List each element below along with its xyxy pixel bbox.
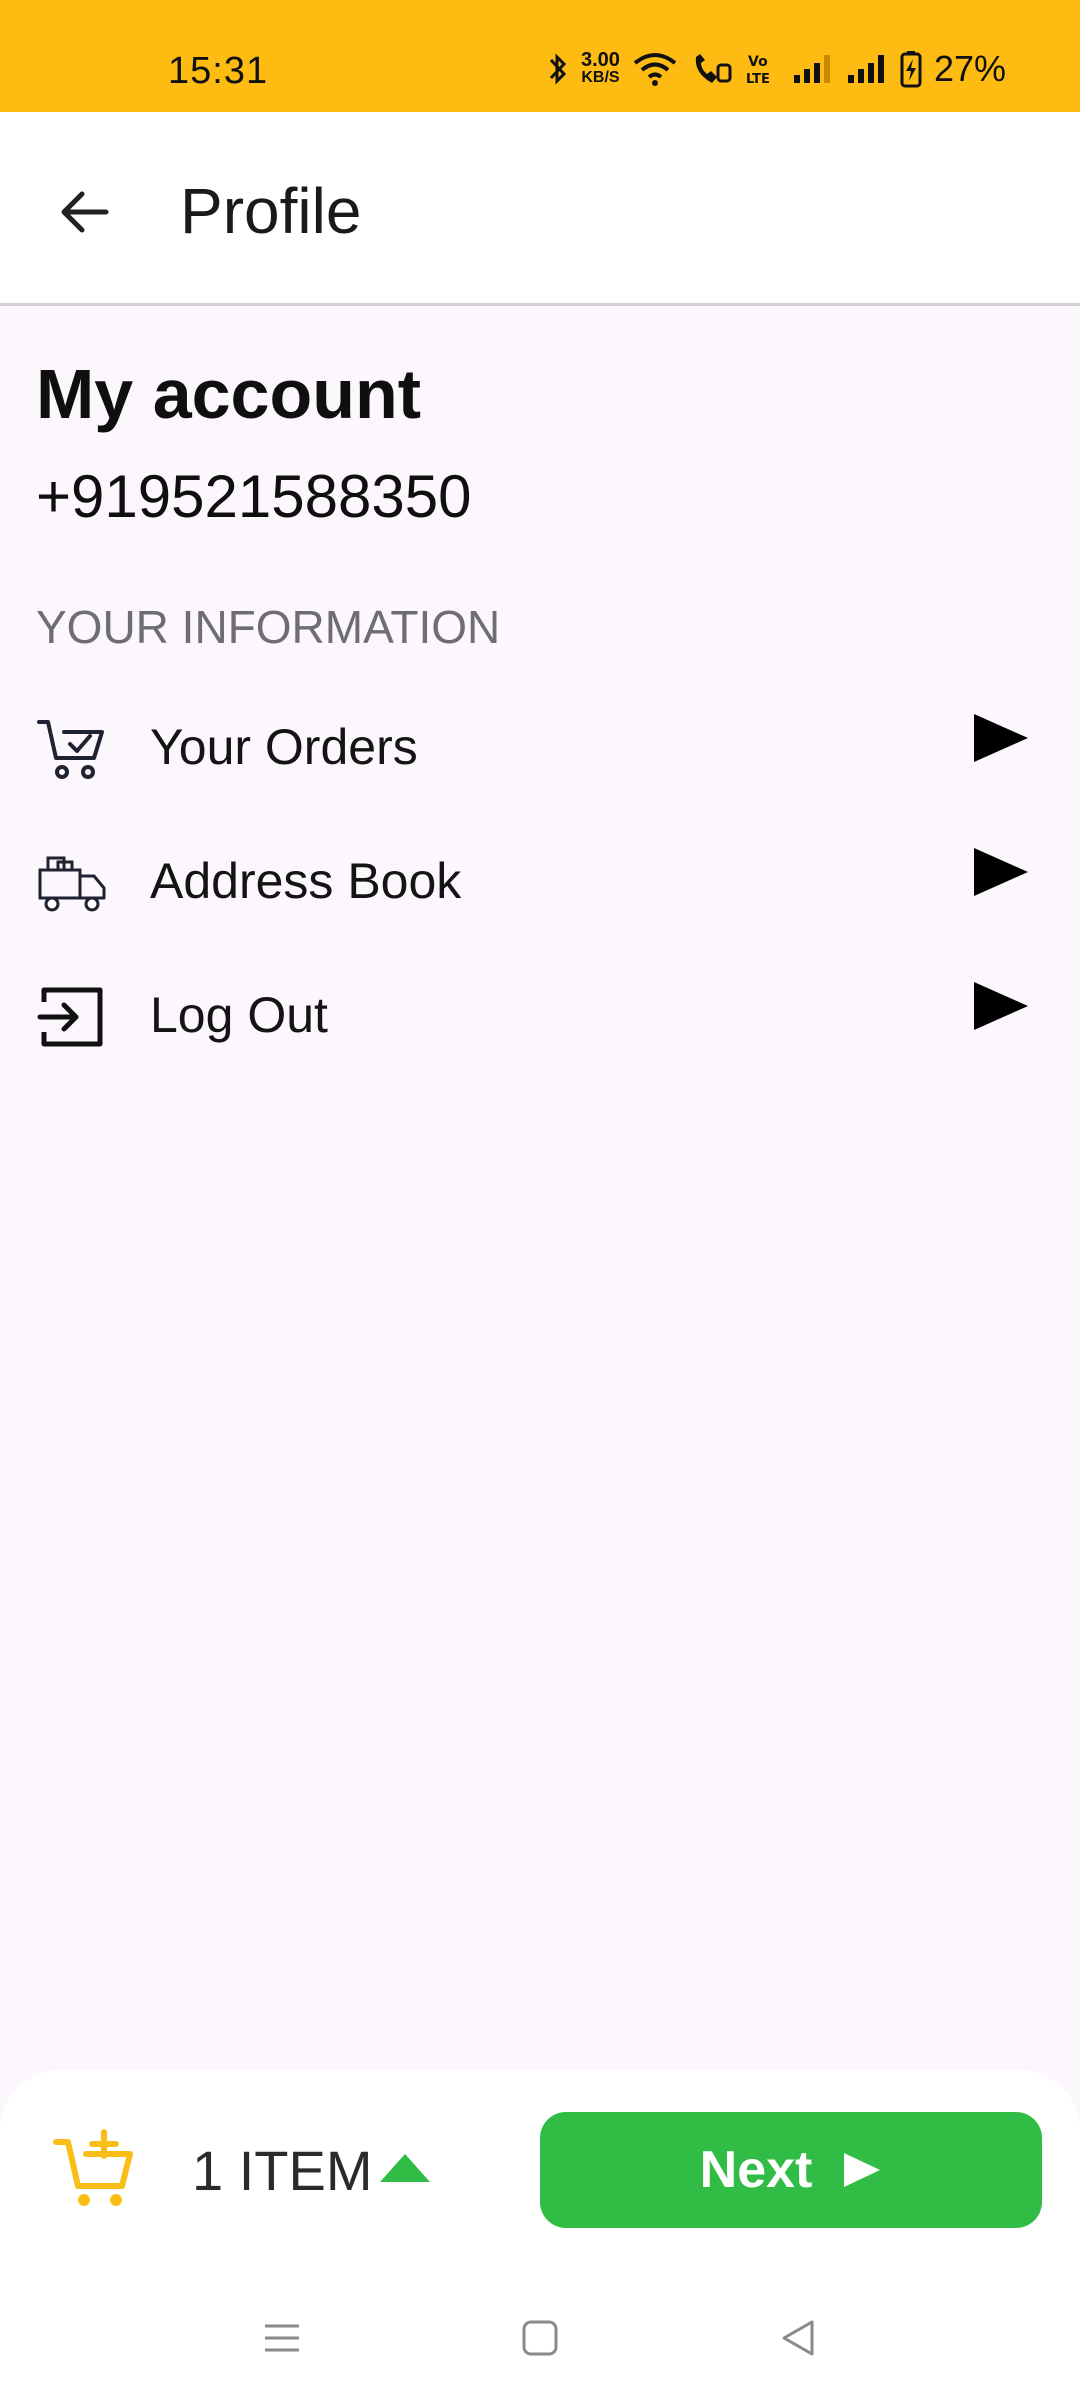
svg-text:LTE: LTE	[746, 72, 770, 87]
next-button-label: Next	[699, 2141, 813, 2199]
cart-check-icon	[37, 720, 104, 779]
menu-item-your-orders[interactable]: Your Orders	[0, 690, 1080, 810]
add-to-cart-icon[interactable]	[52, 2126, 136, 2210]
network-speed: 3.00 KB/S	[581, 49, 620, 87]
phone-number: +919521588350	[36, 463, 472, 530]
menu-item-label: Address Book	[150, 853, 462, 909]
next-button[interactable]: Next	[540, 2112, 1042, 2228]
cart-summary-bar: 1 ITEM Next	[0, 2070, 1080, 2270]
app-bar: Profile	[0, 112, 1080, 306]
wifi-call-icon	[695, 54, 732, 83]
network-speed-value: 3.00	[581, 49, 620, 71]
signal-icon	[793, 55, 830, 83]
network-speed-unit: KB/S	[581, 69, 620, 86]
menu-item-log-out[interactable]: Log Out	[0, 958, 1080, 1078]
section-label: YOUR INFORMATION	[36, 601, 501, 653]
menu-item-address-book[interactable]: Address Book	[0, 824, 1080, 944]
menu-icon	[265, 2324, 299, 2352]
wifi-icon	[633, 53, 677, 86]
caret-up-icon[interactable]	[378, 2152, 432, 2184]
status-icons: 3.00 KB/S Vo LTE 27%	[547, 48, 1006, 90]
volte-icon: Vo LTE	[746, 54, 770, 87]
chevron-right-icon	[974, 714, 1028, 762]
account-heading: My account	[36, 355, 422, 433]
home-icon	[522, 2320, 558, 2356]
battery-percent: 27%	[933, 48, 1006, 89]
logout-icon	[37, 987, 103, 1047]
chevron-right-icon	[974, 848, 1028, 896]
svg-text:Vo: Vo	[748, 54, 768, 70]
back-icon	[782, 2320, 814, 2356]
page-title: Profile	[180, 175, 362, 247]
bluetooth-icon	[549, 53, 567, 85]
status-time: 15:31	[168, 50, 269, 92]
cart-item-count[interactable]: 1 ITEM	[192, 2138, 372, 2203]
signal-icon	[847, 55, 884, 83]
nav-menu-button[interactable]	[254, 2310, 310, 2366]
battery-charging-icon	[900, 51, 922, 88]
status-bar: 15:31 3.00 KB/S Vo LTE 27%	[0, 0, 1080, 112]
menu-item-label: Your Orders	[150, 719, 418, 775]
play-arrow-icon	[844, 2153, 881, 2187]
nav-back-button[interactable]	[770, 2310, 826, 2366]
delivery-truck-icon	[38, 856, 106, 912]
system-nav-bar	[0, 2270, 1080, 2400]
chevron-right-icon	[974, 982, 1028, 1030]
menu-item-label: Log Out	[150, 987, 328, 1043]
nav-home-button[interactable]	[512, 2310, 568, 2366]
back-button[interactable]	[44, 172, 124, 252]
arrow-left-icon	[61, 191, 109, 233]
